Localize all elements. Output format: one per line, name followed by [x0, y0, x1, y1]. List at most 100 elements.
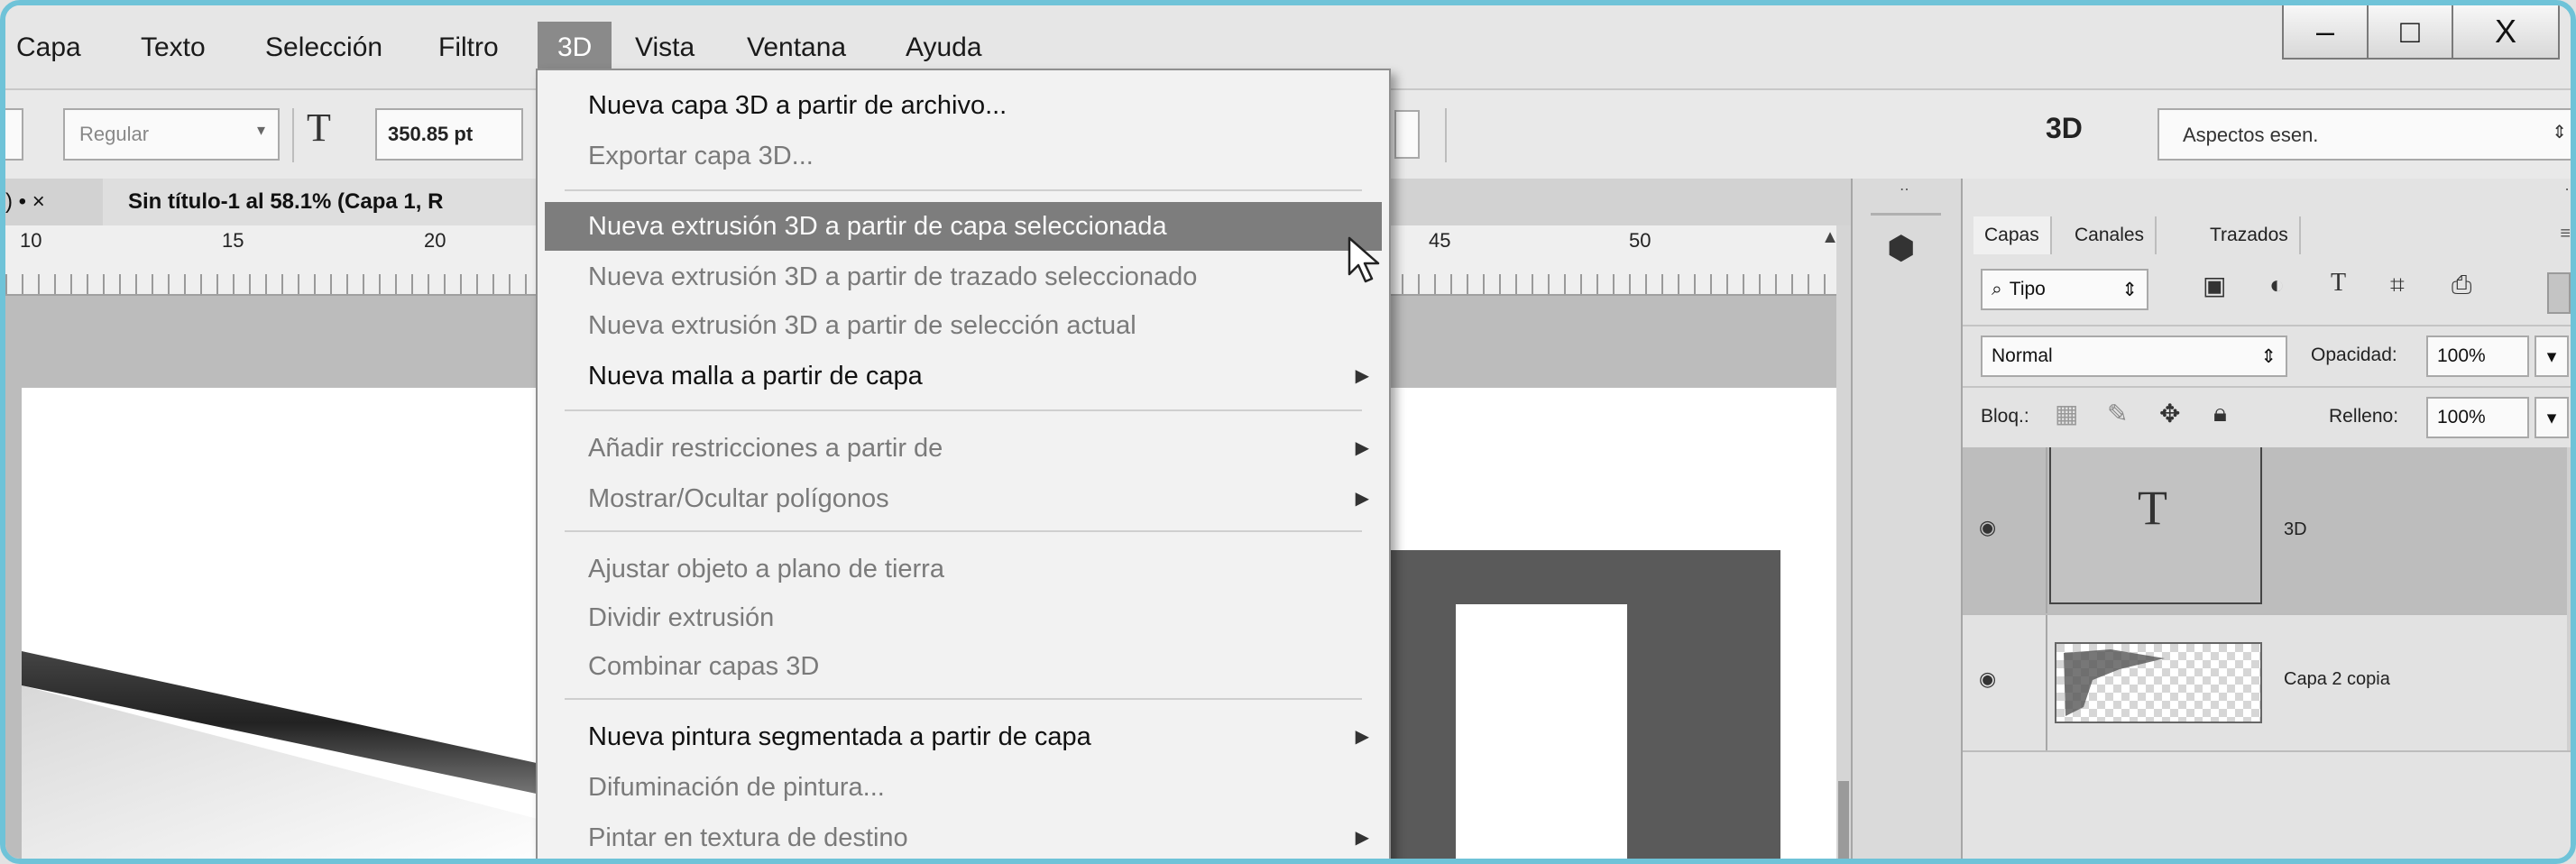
layer-row-capa-2-copia[interactable]: ◉ Capa 2 copia	[1963, 615, 2571, 752]
adjustment-filter-icon[interactable]: ◐	[2269, 271, 2285, 299]
visibility-eye-icon[interactable]: ◉	[1979, 516, 1996, 539]
menu-item-pintar-textura-destino[interactable]: Pintar en textura de destino ▶	[538, 813, 1389, 859]
layer-row-3d[interactable]: ◉ T 3D	[1963, 447, 2571, 615]
menu-item-ajustar-plano-tierra[interactable]: Ajustar objeto a plano de tierra	[538, 545, 1389, 593]
ruler-label: 50	[1629, 229, 1651, 252]
font-style-select[interactable]: Regular ▾	[63, 108, 280, 161]
menu-item-anadir-restricciones[interactable]: Añadir restricciones a partir de ▶	[538, 424, 1389, 473]
collapse-icon[interactable]: ‥	[1900, 177, 1909, 195]
opacity-slider-button[interactable]: ▾	[2535, 335, 2569, 377]
menu-item-label: Mostrar/Ocultar polígonos	[588, 484, 889, 513]
menu-item-difuminacion-pintura[interactable]: Difuminación de pintura...	[538, 763, 1389, 812]
menu-item-combinar-capas-3d[interactable]: Combinar capas 3D	[538, 642, 1389, 691]
lock-label: Bloq.:	[1981, 406, 2029, 427]
search-icon: ⌕	[1992, 279, 2002, 299]
document-tab-title: Sin título-1 al 58.1% (Capa 1, R	[128, 189, 444, 214]
workspace-select[interactable]: Aspectos esen. ⇕	[2157, 108, 2571, 161]
ruler-label: 20	[424, 229, 446, 252]
menu-item-dividir-extrusion[interactable]: Dividir extrusión	[538, 593, 1389, 642]
font-size-input[interactable]: 350.85 pt	[375, 108, 523, 161]
menu-seleccion[interactable]: Selección	[256, 27, 391, 69]
scrollbar-thumb[interactable]	[1838, 781, 1849, 859]
opacity-input[interactable]: 100%	[2426, 335, 2529, 377]
tab-trazados[interactable]: Trazados	[2199, 216, 2301, 254]
lock-transparency-icon[interactable]: ▦	[2055, 399, 2078, 428]
menu-item-label: Nueva capa 3D a partir de archivo...	[588, 91, 1007, 120]
tab-canales[interactable]: Canales	[2064, 216, 2157, 254]
chevron-down-icon: ▾	[256, 121, 265, 139]
menu-item-label: Nueva extrusión 3D a partir de selección…	[588, 311, 1136, 340]
menu-ayuda[interactable]: Ayuda	[897, 27, 991, 69]
filter-type-value: Tipo	[2009, 279, 2046, 299]
menu-separator	[565, 530, 1362, 532]
panel-menu-icon[interactable]: ≡	[2560, 224, 2571, 244]
font-style-value: Regular	[79, 123, 150, 145]
thumbnail-artwork	[2064, 649, 2165, 716]
menu-vista[interactable]: Vista	[626, 27, 704, 69]
menu-item-mostrar-ocultar-poligonos[interactable]: Mostrar/Ocultar polígonos ▶	[538, 474, 1389, 523]
layer-name: 3D	[2284, 519, 2307, 539]
submenu-arrow-icon: ▶	[1355, 489, 1369, 509]
menu-ventana[interactable]: Ventana	[738, 27, 855, 69]
menu-item-label: Nueva malla a partir de capa	[588, 362, 923, 391]
menu-item-nueva-pintura-segmentada[interactable]: Nueva pintura segmentada a partir de cap…	[538, 712, 1389, 761]
maximize-button[interactable]: □	[2367, 5, 2453, 60]
filter-type-select[interactable]: ⌕ Tipo ⇕	[1981, 269, 2148, 310]
menu-3d[interactable]: 3D	[538, 22, 612, 74]
menu-capa[interactable]: Capa	[7, 27, 90, 69]
blend-mode-select[interactable]: Normal ⇕	[1981, 335, 2287, 377]
minimize-button[interactable]: –	[2282, 5, 2369, 60]
menu-item-label: Añadir restricciones a partir de	[588, 434, 943, 463]
ruler-label: 45	[1429, 229, 1451, 252]
chevron-updown-icon: ⇕	[2260, 345, 2277, 367]
layers-scrollbar[interactable]	[2567, 447, 2571, 750]
tab-capas[interactable]: Capas	[1973, 216, 2052, 254]
menu-separator	[565, 698, 1362, 700]
previous-tab[interactable]: ) • ×	[5, 189, 45, 215]
menu-item-label: Exportar capa 3D...	[588, 142, 814, 170]
menu-item-nueva-capa-3d-archivo[interactable]: Nueva capa 3D a partir de archivo...	[538, 81, 1389, 130]
opacity-label: Opacidad:	[2311, 345, 2397, 365]
lock-all-icon[interactable]: 🔒︎	[2213, 399, 2227, 428]
pixel-filter-icon[interactable]: ▣	[2203, 271, 2226, 300]
blend-row: Normal ⇕ Opacidad: 100% ▾	[1963, 325, 2571, 388]
menu-item-label: Ajustar objeto a plano de tierra	[588, 555, 944, 584]
type-layer-icon: T	[2138, 481, 2167, 535]
menu-separator	[565, 409, 1362, 411]
lock-position-icon[interactable]: ✥	[2159, 399, 2180, 428]
filter-toggle[interactable]	[2547, 272, 2571, 314]
layer-thumbnail: T	[2049, 447, 2262, 604]
visibility-eye-icon[interactable]: ◉	[1979, 667, 1996, 691]
shape-filter-icon[interactable]: ⌗	[2390, 271, 2405, 300]
mouse-pointer-icon	[1348, 236, 1380, 283]
fill-slider-button[interactable]: ▾	[2535, 397, 2569, 438]
collapse-icon[interactable]: ‥	[2564, 177, 2571, 195]
smart-object-filter-icon[interactable]: ⎙	[2452, 271, 2471, 300]
options-button[interactable]	[1394, 110, 1420, 159]
fill-input[interactable]: 100%	[2426, 397, 2529, 438]
menu-item-label: Nueva pintura segmentada a partir de cap…	[588, 722, 1091, 751]
menu-item-extrusion-capa[interactable]: Nueva extrusión 3D a partir de capa sele…	[545, 202, 1382, 251]
vertical-scrollbar[interactable]	[1836, 225, 1851, 859]
menu-item-extrusion-trazado[interactable]: Nueva extrusión 3D a partir de trazado s…	[538, 253, 1389, 301]
menu-filtro[interactable]: Filtro	[429, 27, 508, 69]
menu-item-label: Combinar capas 3D	[588, 652, 820, 681]
menu-item-exportar-capa-3d[interactable]: Exportar capa 3D...	[538, 132, 1389, 180]
panel-dock: ‥ ⬢	[1851, 177, 1963, 859]
3d-cube-icon[interactable]: ⬢	[1887, 229, 1915, 267]
chevron-updown-icon: ⇕	[2121, 279, 2138, 300]
lock-pixels-icon[interactable]: ✎	[2107, 399, 2128, 428]
opacity-value: 100%	[2437, 345, 2486, 366]
ruler-label: 10	[20, 229, 42, 252]
font-size-icon: T	[307, 106, 331, 150]
chevron-down-icon: ▾	[2546, 407, 2557, 428]
menu-item-extrusion-seleccion[interactable]: Nueva extrusión 3D a partir de selección…	[538, 301, 1389, 350]
filter-row: ⌕ Tipo ⇕ ▣ ◐ T ⌗ ⎙	[1963, 254, 2571, 326]
menu-texto[interactable]: Texto	[132, 27, 215, 69]
layer-thumbnail	[2055, 642, 2262, 723]
close-button[interactable]: X	[2452, 5, 2560, 60]
menu-item-nueva-malla[interactable]: Nueva malla a partir de capa ▶	[538, 352, 1389, 400]
type-filter-icon[interactable]: T	[2331, 269, 2346, 298]
layers-panel: ‥ Capas Canales Trazados ≡ ⌕ Tipo ⇕ ▣ ◐ …	[1961, 177, 2571, 859]
font-family-select-edge[interactable]	[5, 108, 23, 161]
